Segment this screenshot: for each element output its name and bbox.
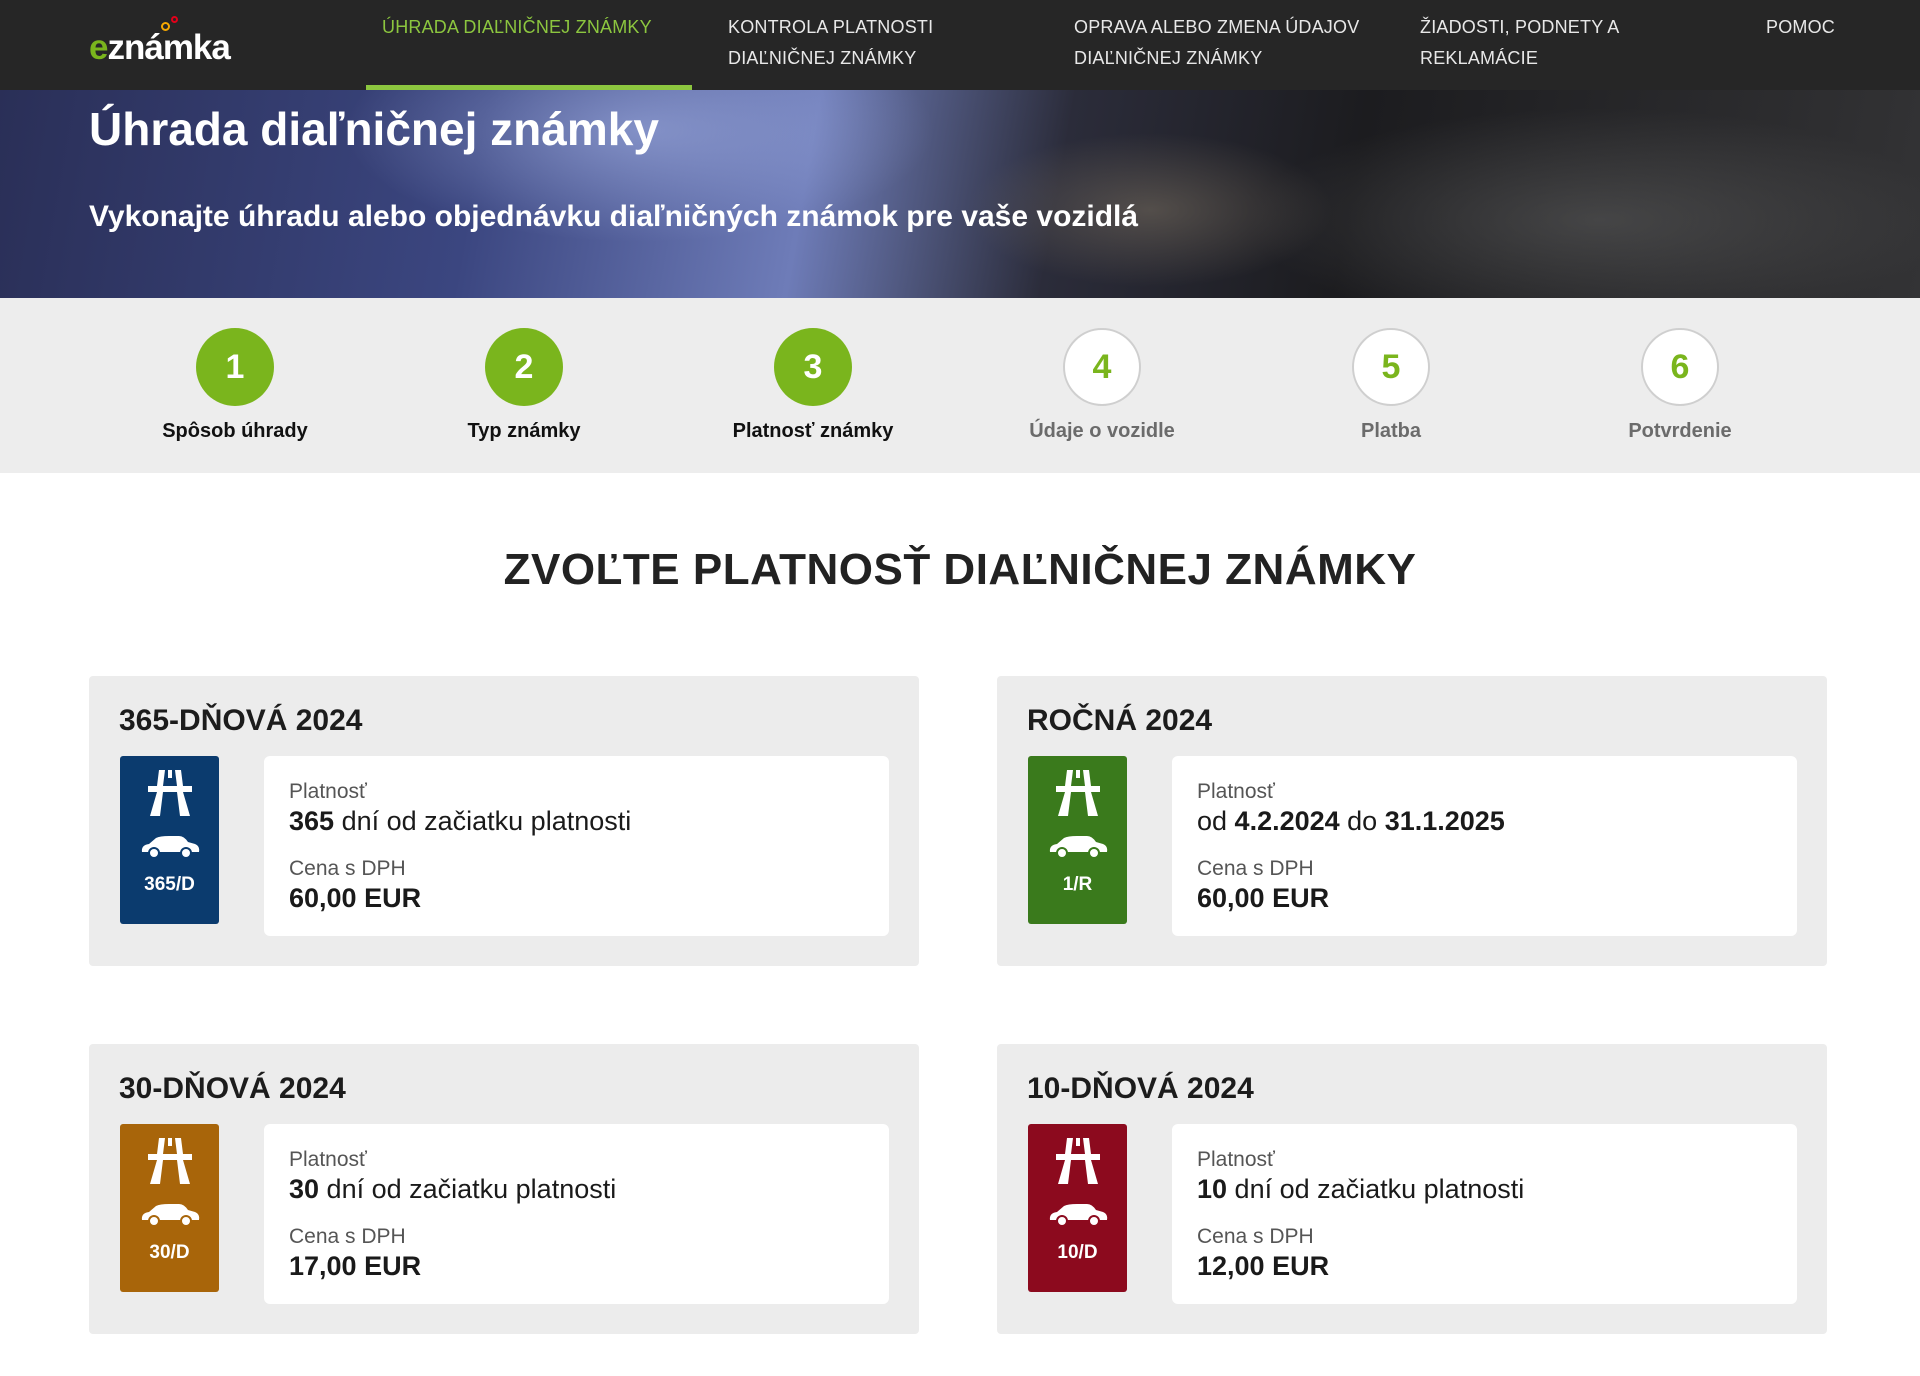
badge-code: 1/R	[1062, 874, 1093, 895]
step-label: Spôsob úhrady	[162, 420, 308, 442]
vignette-option-30d[interactable]: 30-DŇOVÁ 2024 30/D Platnosť 30 dní od za…	[89, 1044, 919, 1334]
car-icon	[141, 836, 200, 859]
step-5[interactable]: 5 Platba	[1261, 328, 1521, 443]
price-label: Cena s DPH	[1197, 1225, 1314, 1248]
step-circle: 4	[1063, 328, 1141, 406]
card-title: ROČNÁ 2024	[1027, 704, 1213, 737]
step-label: Typ známky	[467, 420, 581, 442]
highway-icon	[1056, 770, 1100, 816]
card-title: 10-DŇOVÁ 2024	[1027, 1072, 1254, 1105]
validity-value: 10 dní od začiatku platnosti	[1197, 1174, 1525, 1204]
step-6[interactable]: 6 Potvrdenie	[1550, 328, 1810, 443]
price-value: 60,00 EUR	[289, 883, 422, 913]
validity-label: Platnosť	[289, 1148, 367, 1171]
step-circle: 6	[1641, 328, 1719, 406]
vignette-info: Platnosť 30 dní od začiatku platnosti Ce…	[264, 1124, 889, 1304]
nav-ziadosti[interactable]: ŽIADOSTI, PODNETY A REKLAMÁCIE	[1420, 0, 1620, 90]
step-circle: 1	[196, 328, 274, 406]
eznamka-logo[interactable]: eznámka	[89, 16, 259, 68]
step-3[interactable]: 3 Platnosť známky	[683, 328, 943, 443]
badge-code: 365/D	[144, 874, 195, 895]
price-label: Cena s DPH	[289, 857, 406, 880]
step-label: Platnosť známky	[732, 420, 894, 442]
step-4[interactable]: 4 Údaje o vozidle	[972, 328, 1232, 443]
badge-code: 10/D	[1057, 1242, 1098, 1263]
validity-label: Platnosť	[289, 780, 367, 803]
nav-oprava[interactable]: OPRAVA ALEBO ZMENA ÚDAJOV DIAĽNIČNEJ ZNÁ…	[1074, 0, 1359, 90]
step-label: Údaje o vozidle	[1029, 420, 1175, 442]
price-label: Cena s DPH	[1197, 857, 1314, 880]
nav-kontrola[interactable]: KONTROLA PLATNOSTI DIAĽNIČNEJ ZNÁMKY	[728, 0, 933, 90]
page-title: Úhrada diaľničnej známky	[89, 103, 659, 155]
price-label: Cena s DPH	[289, 1225, 406, 1248]
highway-icon	[148, 770, 192, 816]
vignette-badge: 1/R	[1028, 756, 1127, 924]
price-value: 60,00 EUR	[1197, 883, 1330, 913]
price-value: 12,00 EUR	[1197, 1251, 1330, 1281]
step-2[interactable]: 2 Typ známky	[394, 328, 654, 443]
badge-code: 30/D	[149, 1242, 190, 1263]
step-circle: 2	[485, 328, 563, 406]
vignette-badge: 365/D	[120, 756, 219, 924]
top-navigation: eznámka ÚHRADA DIAĽNIČNEJ ZNÁMKY KONTROL…	[0, 0, 1920, 90]
step-label: Platba	[1360, 420, 1422, 442]
vignette-info: Platnosť 365 dní od začiatku platnosti C…	[264, 756, 889, 936]
vignette-badge: 30/D	[120, 1124, 219, 1292]
page-subtitle: Vykonajte úhradu alebo objednávku diaľni…	[89, 200, 1139, 233]
highway-icon	[148, 1138, 192, 1184]
validity-value: 365 dní od začiatku platnosti	[289, 806, 632, 836]
step-circle: 5	[1352, 328, 1430, 406]
progress-steps: 1 Spôsob úhrady 2 Typ známky 3 Platnosť …	[0, 298, 1920, 473]
section-title: ZVOĽTE PLATNOSŤ DIAĽNIČNEJ ZNÁMKY	[503, 545, 1417, 594]
vignette-option-10d[interactable]: 10-DŇOVÁ 2024 10/D Platnosť 10 dní od za…	[997, 1044, 1827, 1334]
vignette-option-annual[interactable]: ROČNÁ 2024 1/R Platnosť od 4.2.2024 do 3…	[997, 676, 1827, 966]
step-1[interactable]: 1 Spôsob úhrady	[105, 328, 365, 443]
highway-icon	[1056, 1138, 1100, 1184]
step-circle: 3	[774, 328, 852, 406]
price-value: 17,00 EUR	[289, 1251, 422, 1281]
nav-pomoc[interactable]: POMOC	[1766, 0, 1835, 90]
validity-value: 30 dní od začiatku platnosti	[289, 1174, 617, 1204]
card-title: 365-DŇOVÁ 2024	[119, 704, 363, 737]
car-icon	[1049, 836, 1108, 859]
card-title: 30-DŇOVÁ 2024	[119, 1072, 346, 1105]
car-icon	[1049, 1204, 1108, 1227]
car-icon	[141, 1204, 200, 1227]
step-label: Potvrdenie	[1628, 420, 1732, 442]
nav-uhrada[interactable]: ÚHRADA DIAĽNIČNEJ ZNÁMKY	[366, 0, 692, 90]
vignette-info: Platnosť od 4.2.2024 do 31.1.2025 Cena s…	[1172, 756, 1797, 936]
validity-label: Platnosť	[1197, 780, 1275, 803]
vignette-option-365d[interactable]: 365-DŇOVÁ 2024 365/D Platnosť 365 dní od…	[89, 676, 919, 966]
vignette-info: Platnosť 10 dní od začiatku platnosti Ce…	[1172, 1124, 1797, 1304]
vignette-badge: 10/D	[1028, 1124, 1127, 1292]
validity-value: od 4.2.2024 do 31.1.2025	[1197, 806, 1505, 836]
validity-label: Platnosť	[1197, 1148, 1275, 1171]
hero-banner: Úhrada diaľničnej známky Vykonajte úhrad…	[0, 90, 1920, 298]
